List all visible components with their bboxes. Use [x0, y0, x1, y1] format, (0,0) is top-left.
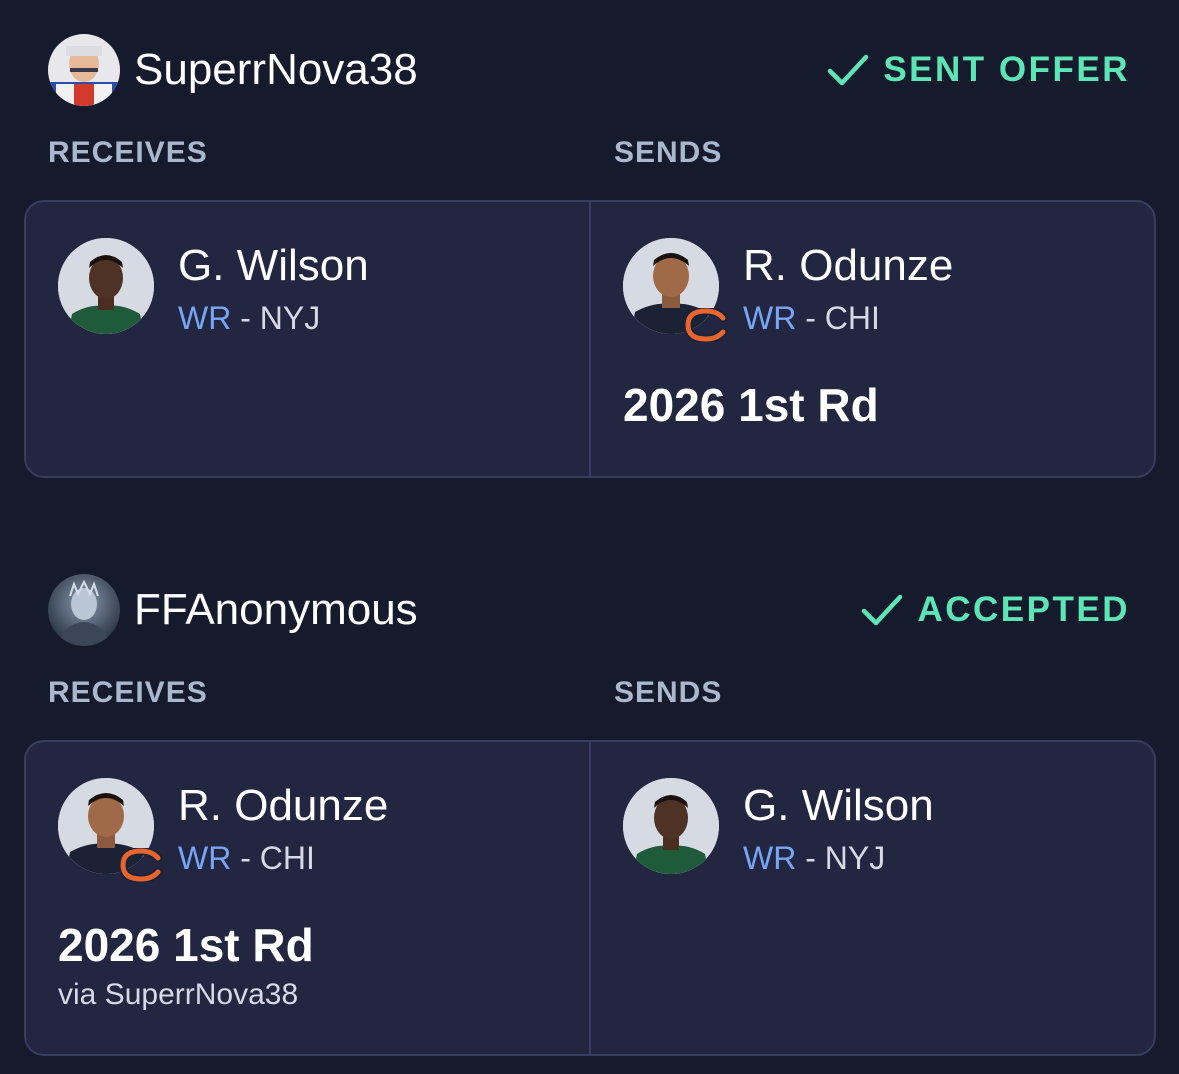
sends-column: R. Odunze WR - CHI 2026 1st Rd: [591, 202, 1154, 476]
status-badge: ACCEPTED: [861, 590, 1130, 630]
position-text: WR: [743, 300, 797, 336]
bears-c-logo-icon: [118, 848, 163, 882]
player-row[interactable]: G. Wilson WR - NYJ: [623, 778, 934, 878]
draft-pick: 2026 1st Rd: [58, 919, 314, 971]
player-row[interactable]: R. Odunze WR - CHI: [58, 778, 388, 882]
team-abbr: NYJ: [259, 300, 321, 336]
username[interactable]: SuperrNova38: [134, 45, 418, 95]
trade-assets-card: G. Wilson WR - NYJ R. Odunze WR - CHI 20…: [24, 200, 1156, 478]
draft-pick: 2026 1st Rd: [623, 379, 879, 431]
user-info[interactable]: FFAnonymous: [48, 574, 418, 646]
player-name[interactable]: R. Odunze: [743, 240, 953, 292]
team-abbr: CHI: [259, 840, 315, 876]
player-name[interactable]: G. Wilson: [743, 780, 934, 832]
player-photo: [58, 238, 156, 336]
receives-label: RECEIVES: [48, 136, 208, 169]
player-name[interactable]: G. Wilson: [178, 240, 369, 292]
username[interactable]: FFAnonymous: [134, 585, 418, 635]
user-avatar[interactable]: [48, 574, 120, 646]
status-text: SENT OFFER: [883, 50, 1130, 89]
trade-header: FFAnonymous ACCEPTED: [48, 574, 1130, 646]
draft-pick-origin: via SuperrNova38: [58, 978, 299, 1011]
position-separator: -: [231, 300, 260, 336]
player-photo: [623, 778, 721, 876]
status-badge: SENT OFFER: [827, 50, 1130, 90]
position-separator: -: [231, 840, 260, 876]
user-info[interactable]: SuperrNova38: [48, 34, 418, 106]
receives-column: R. Odunze WR - CHI 2026 1st Rd via Super…: [26, 742, 591, 1054]
user-avatar[interactable]: [48, 34, 120, 106]
receives-column: G. Wilson WR - NYJ: [26, 202, 591, 476]
player-photo: [623, 238, 728, 342]
position-separator: -: [796, 840, 825, 876]
position-separator: -: [796, 300, 825, 336]
player-position: WR - CHI: [178, 838, 388, 878]
player-position: WR - NYJ: [178, 298, 369, 338]
receives-label: RECEIVES: [48, 676, 208, 709]
position-text: WR: [178, 840, 232, 876]
player-position: WR - NYJ: [743, 838, 934, 878]
trade-assets-card: R. Odunze WR - CHI 2026 1st Rd via Super…: [24, 740, 1156, 1056]
trade-header: SuperrNova38 SENT OFFER: [48, 34, 1130, 106]
bears-c-logo-icon: [683, 308, 728, 342]
team-abbr: CHI: [824, 300, 880, 336]
sends-column: G. Wilson WR - NYJ: [591, 742, 1154, 1054]
player-photo: [58, 778, 163, 882]
team-abbr: NYJ: [824, 840, 886, 876]
player-position: WR - CHI: [743, 298, 953, 338]
player-name[interactable]: R. Odunze: [178, 780, 388, 832]
status-text: ACCEPTED: [917, 590, 1130, 629]
checkmark-icon: [862, 594, 903, 626]
position-text: WR: [178, 300, 232, 336]
sends-label: SENDS: [614, 676, 723, 709]
player-row[interactable]: R. Odunze WR - CHI: [623, 238, 953, 342]
player-row[interactable]: G. Wilson WR - NYJ: [58, 238, 369, 338]
sends-label: SENDS: [614, 136, 723, 169]
position-text: WR: [743, 840, 797, 876]
checkmark-icon: [828, 54, 869, 86]
